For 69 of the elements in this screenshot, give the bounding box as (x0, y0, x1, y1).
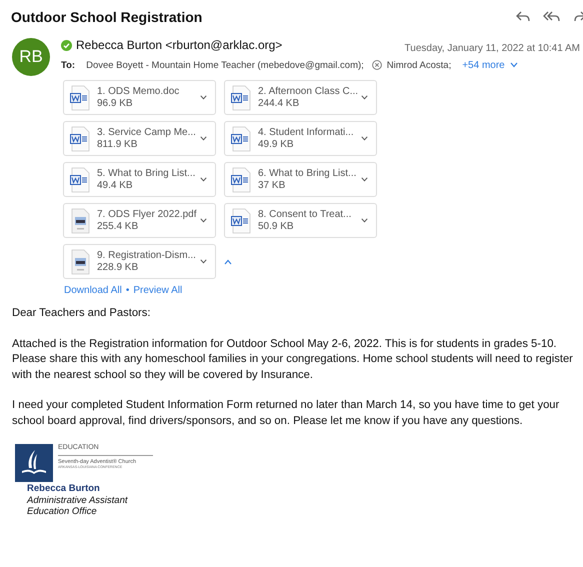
email-date: Tuesday, January 11, 2022 at 10:41 AM (404, 42, 580, 54)
pdf-document-icon (69, 248, 91, 274)
attachment-name: 3. Service Camp Me... (97, 126, 194, 138)
word-document-icon (230, 166, 252, 192)
attachment-size: 96.9 KB (97, 98, 134, 110)
reply-all-icon[interactable] (543, 10, 561, 24)
attachment-link[interactable]: Preview All (133, 285, 182, 296)
signature-office: Education Office (27, 506, 98, 518)
attachment-name: 4. Student Informati... (258, 126, 355, 138)
attachment-name: 6. What to Bring List... (258, 168, 355, 180)
attachment-size: 811.9 KB (97, 138, 138, 150)
attachment-link[interactable]: Download All (64, 285, 122, 296)
more-recipients-link[interactable]: +54 more (462, 60, 505, 70)
body-paragraph: Attached is the Registration information for Outdoor School May 2-6, 2022. This is for students in grades 5-10. Please share this with any homeschool families in your congregations. Home school students will need to register with the nearest school so they will be covered by Insurance. (12, 336, 574, 382)
signature-title: Administrative Assistant (27, 494, 129, 506)
chevron-up-icon[interactable] (224, 258, 232, 264)
attachment-name: 1. ODS Memo.doc (97, 86, 180, 98)
church-logo-icon (15, 444, 53, 482)
forward-icon[interactable] (573, 10, 583, 24)
attachment-card[interactable]: 4. Student Informati... 49.9 KB (224, 121, 377, 156)
pdf-document-icon (69, 208, 91, 234)
attachment-name: 9. Registration-Dism... (97, 250, 194, 262)
attachment-name: 5. What to Bring List... (97, 168, 194, 180)
attachment-size: 49.4 KB (97, 180, 134, 192)
word-document-icon (69, 126, 91, 152)
attachment-card[interactable]: 7. ODS Flyer 2022.pdf 255.4 KB (63, 203, 216, 238)
remove-icon[interactable] (372, 60, 382, 70)
word-document-icon (230, 84, 252, 110)
chevron-down-icon[interactable] (510, 62, 518, 68)
recipient[interactable]: Nimrod Acosta; (386, 60, 452, 70)
word-document-icon (69, 166, 91, 192)
email-subject: Outdoor School Registration (11, 9, 202, 25)
attachment-name: 2. Afternoon Class C... (258, 86, 355, 98)
chevron-down-icon[interactable] (361, 177, 368, 182)
sender-name: Rebecca Burton <rburton@arklac.org> (76, 38, 282, 52)
attachment-card[interactable]: 5. What to Bring List... 49.4 KB (63, 162, 216, 197)
attachment-card[interactable]: 3. Service Camp Me... 811.9 KB (63, 121, 216, 156)
chevron-down-icon[interactable] (200, 95, 207, 100)
attachment-card[interactable]: 6. What to Bring List... 37 KB (224, 162, 377, 197)
sender-avatar: RB (12, 38, 50, 76)
attachment-card[interactable]: 8. Consent to Treat... 50.9 KB (224, 203, 377, 238)
chevron-down-icon[interactable] (200, 177, 207, 182)
chevron-down-icon[interactable] (200, 218, 207, 223)
attachment-size: 228.9 KB (97, 262, 140, 274)
to-label: To: (61, 60, 76, 70)
attachment-card[interactable]: 2. Afternoon Class C... 244.4 KB (224, 80, 377, 115)
chevron-down-icon[interactable] (361, 95, 368, 100)
chevron-down-icon[interactable] (200, 259, 207, 264)
word-document-icon (69, 84, 91, 110)
attachment-size: 50.9 KB (258, 220, 295, 232)
attachment-card[interactable]: 9. Registration-Dism... 228.9 KB (63, 244, 216, 279)
body-paragraph: I need your completed Student Information Form returned no later than March 14, so you have time to get your school board approval, find drivers/sponsors, and so on. Please let me know if you have any questions. (12, 398, 560, 428)
attachment-size: 49.9 KB (258, 138, 295, 150)
separator-dot: • (126, 285, 130, 296)
attachment-card[interactable]: 1. ODS Memo.doc 96.9 KB (63, 80, 216, 115)
chevron-down-icon[interactable] (200, 136, 207, 141)
body-paragraph: Dear Teachers and Pastors: (12, 306, 152, 321)
recipient[interactable]: Dovee Boyett - Mountain Home Teacher (mebedove@gmail.com); (86, 60, 364, 70)
reply-icon[interactable] (515, 10, 531, 24)
signature-name: Rebecca Burton (27, 483, 101, 494)
attachment-size: 37 KB (258, 180, 286, 192)
chevron-down-icon[interactable] (361, 136, 368, 141)
chevron-down-icon[interactable] (361, 218, 368, 223)
attachment-name: 8. Consent to Treat... (258, 208, 352, 220)
word-document-icon (230, 126, 252, 152)
attachment-size: 244.4 KB (258, 98, 300, 110)
attachment-size: 255.4 KB (97, 220, 140, 232)
word-document-icon (230, 208, 252, 234)
attachment-name: 7. ODS Flyer 2022.pdf (97, 208, 194, 220)
